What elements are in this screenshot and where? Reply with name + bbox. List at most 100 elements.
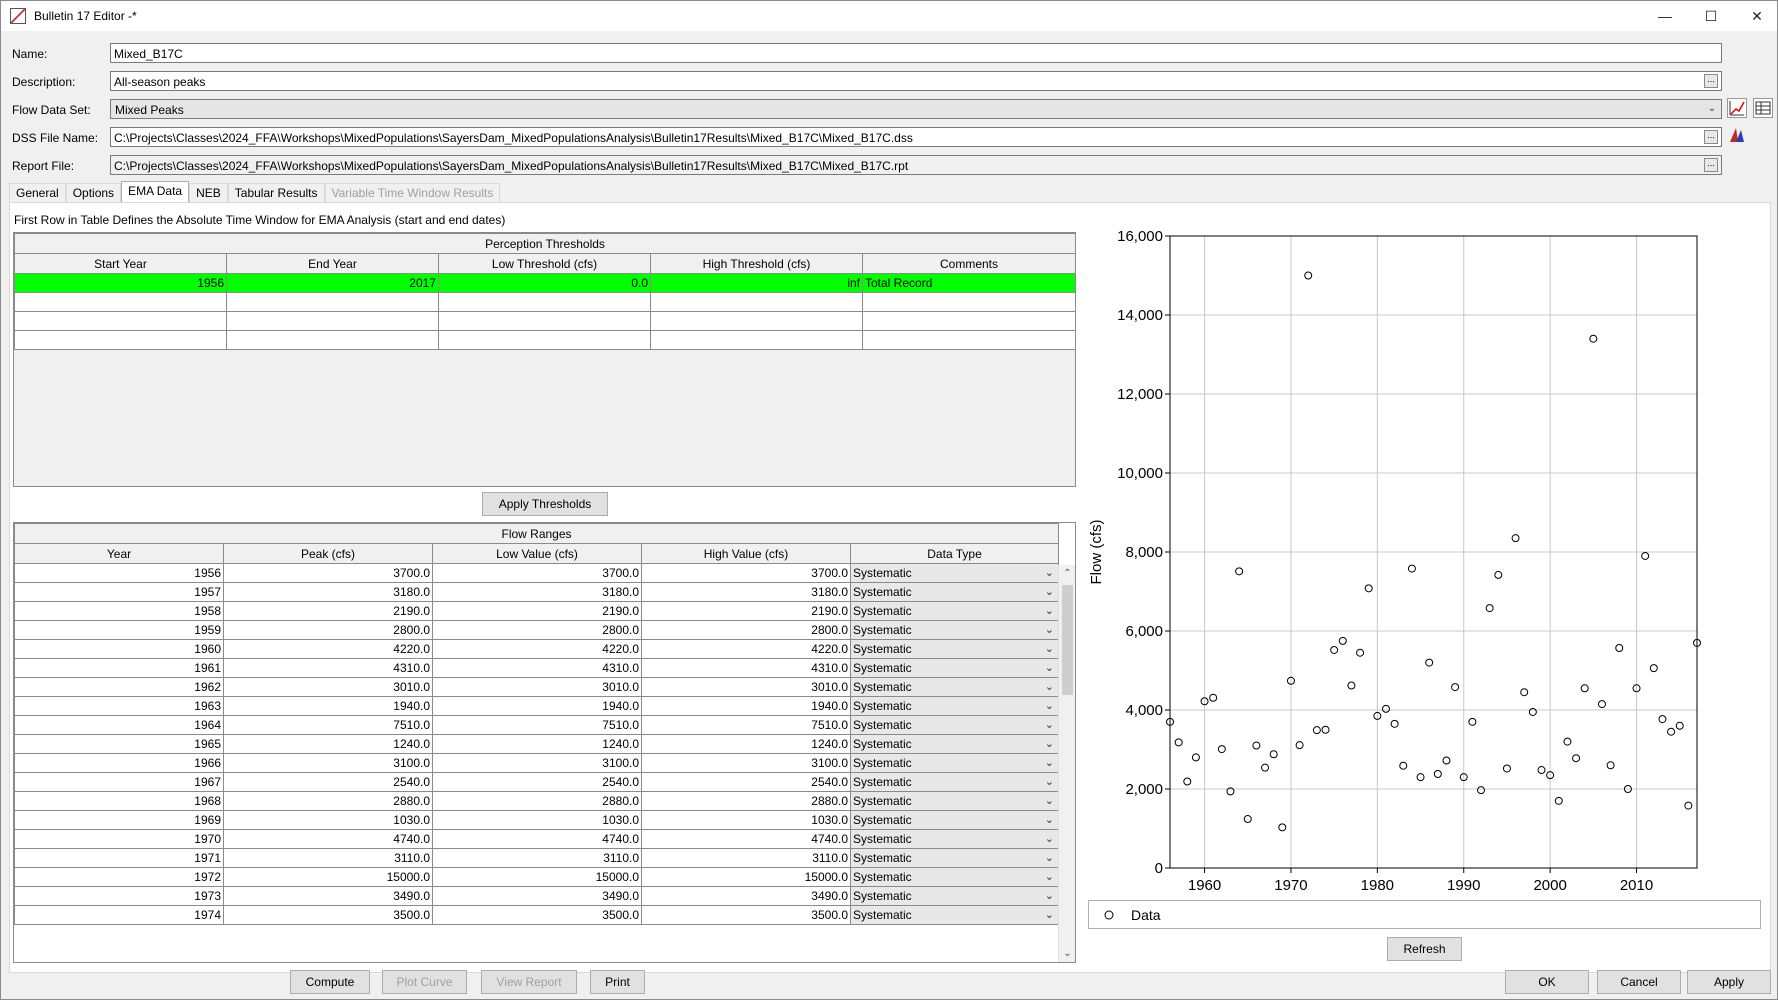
threshold-row[interactable] (14, 311, 1076, 331)
data-type-select[interactable]: Systematic ⌄ (849, 886, 1060, 906)
flow-range-cell[interactable]: 2190.0 (223, 601, 433, 621)
flow-range-row[interactable]: 1963 1940.0 1940.0 1940.0 Systematic ⌄ (14, 696, 1060, 716)
flow-range-cell[interactable]: 1967 (14, 772, 224, 792)
flow-range-cell[interactable]: 2800.0 (641, 620, 851, 640)
col-low-threshold[interactable]: Low Threshold (cfs) (438, 253, 651, 274)
flow-range-cell[interactable]: 3100.0 (223, 753, 433, 773)
data-type-select[interactable]: Systematic ⌄ (849, 734, 1060, 754)
refresh-button[interactable]: Refresh (1387, 937, 1462, 961)
flow-range-cell[interactable]: 1940.0 (641, 696, 851, 716)
flow-range-cell[interactable]: 1956 (14, 563, 224, 583)
flow-range-cell[interactable]: 1240.0 (641, 734, 851, 754)
flow-data-set-select[interactable]: Mixed Peaks ⌄ (110, 99, 1722, 119)
flow-range-cell[interactable]: 1971 (14, 848, 224, 868)
flow-range-cell[interactable]: 4740.0 (223, 829, 433, 849)
threshold-cell[interactable] (14, 311, 227, 331)
flow-range-row[interactable]: 1973 3490.0 3490.0 3490.0 Systematic ⌄ (14, 886, 1060, 906)
tab-neb[interactable]: NEB (189, 183, 228, 203)
data-type-select[interactable]: Systematic ⌄ (849, 658, 1060, 678)
apply-thresholds-button[interactable]: Apply Thresholds (482, 492, 608, 516)
col-high-value[interactable]: High Value (cfs) (641, 543, 851, 564)
data-type-select[interactable]: Systematic ⌄ (849, 810, 1060, 830)
flow-range-cell[interactable]: 1968 (14, 791, 224, 811)
col-comments[interactable]: Comments (862, 253, 1076, 274)
flow-range-cell[interactable]: 3010.0 (432, 677, 642, 697)
data-type-select[interactable]: Systematic ⌄ (849, 677, 1060, 697)
flow-range-cell[interactable]: 1030.0 (432, 810, 642, 830)
flow-range-cell[interactable]: 2880.0 (223, 791, 433, 811)
col-peak[interactable]: Peak (cfs) (223, 543, 433, 564)
flow-range-cell[interactable]: 3110.0 (641, 848, 851, 868)
threshold-cell[interactable] (14, 292, 227, 312)
flow-range-cell[interactable]: 2540.0 (223, 772, 433, 792)
dss-file-input[interactable]: C:\Projects\Classes\2024_FFA\Workshops\M… (110, 127, 1722, 147)
flow-range-cell[interactable]: 3010.0 (223, 677, 433, 697)
flow-range-cell[interactable]: 3100.0 (432, 753, 642, 773)
flow-range-cell[interactable]: 1969 (14, 810, 224, 830)
flow-range-cell[interactable]: 1970 (14, 829, 224, 849)
data-type-select[interactable]: Systematic ⌄ (849, 905, 1060, 925)
flow-range-row[interactable]: 1956 3700.0 3700.0 3700.0 Systematic ⌄ (14, 563, 1060, 583)
threshold-cell[interactable] (650, 292, 863, 312)
report-file-input[interactable]: C:\Projects\Classes\2024_FFA\Workshops\M… (110, 155, 1722, 175)
flow-range-cell[interactable]: 3500.0 (432, 905, 642, 925)
col-end-year[interactable]: End Year (226, 253, 439, 274)
name-input[interactable]: Mixed_B17C (110, 43, 1722, 63)
data-type-select[interactable]: Systematic ⌄ (849, 867, 1060, 887)
data-type-select[interactable]: Systematic ⌄ (849, 639, 1060, 659)
flow-range-row[interactable]: 1970 4740.0 4740.0 4740.0 Systematic ⌄ (14, 829, 1060, 849)
apply-button[interactable]: Apply (1687, 970, 1771, 994)
threshold-cell[interactable] (226, 311, 439, 331)
data-type-select[interactable]: Systematic ⌄ (849, 829, 1060, 849)
threshold-cell[interactable]: 1956 (14, 273, 227, 293)
flow-range-cell[interactable]: 1240.0 (223, 734, 433, 754)
flow-range-cell[interactable]: 3180.0 (223, 582, 433, 602)
threshold-cell[interactable] (650, 311, 863, 331)
flow-range-cell[interactable]: 3700.0 (432, 563, 642, 583)
ok-button[interactable]: OK (1505, 970, 1589, 994)
flow-range-cell[interactable]: 2800.0 (432, 620, 642, 640)
flow-range-cell[interactable]: 2880.0 (641, 791, 851, 811)
col-year[interactable]: Year (14, 543, 224, 564)
threshold-cell[interactable] (862, 330, 1076, 350)
flow-range-row[interactable]: 1962 3010.0 3010.0 3010.0 Systematic ⌄ (14, 677, 1060, 697)
flow-range-cell[interactable]: 1240.0 (432, 734, 642, 754)
flow-range-row[interactable]: 1958 2190.0 2190.0 2190.0 Systematic ⌄ (14, 601, 1060, 621)
scroll-down-icon[interactable]: ⌄ (1059, 945, 1075, 962)
flow-range-row[interactable]: 1969 1030.0 1030.0 1030.0 Systematic ⌄ (14, 810, 1060, 830)
col-high-threshold[interactable]: High Threshold (cfs) (650, 253, 863, 274)
flow-range-cell[interactable]: 2880.0 (432, 791, 642, 811)
threshold-cell[interactable] (226, 292, 439, 312)
flow-range-cell[interactable]: 3010.0 (641, 677, 851, 697)
flow-range-cell[interactable]: 3700.0 (641, 563, 851, 583)
flow-range-cell[interactable]: 1960 (14, 639, 224, 659)
flow-range-cell[interactable]: 4220.0 (432, 639, 642, 659)
flow-range-cell[interactable]: 2190.0 (432, 601, 642, 621)
threshold-row[interactable]: 1956 2017 0.0 inf Total Record (14, 273, 1076, 293)
flow-range-row[interactable]: 1964 7510.0 7510.0 7510.0 Systematic ⌄ (14, 715, 1060, 735)
flow-range-cell[interactable]: 1940.0 (432, 696, 642, 716)
description-input[interactable]: All-season peaks (110, 71, 1722, 91)
data-type-select[interactable]: Systematic ⌄ (849, 563, 1060, 583)
flow-range-row[interactable]: 1957 3180.0 3180.0 3180.0 Systematic ⌄ (14, 582, 1060, 602)
scroll-up-icon[interactable]: ⌃ (1059, 565, 1075, 582)
flow-range-cell[interactable]: 4310.0 (641, 658, 851, 678)
threshold-cell[interactable] (226, 330, 439, 350)
threshold-cell[interactable] (438, 292, 651, 312)
data-type-select[interactable]: Systematic ⌄ (849, 601, 1060, 621)
threshold-row[interactable] (14, 330, 1076, 350)
report-browse-button[interactable]: ... (1704, 158, 1718, 172)
print-button[interactable]: Print (590, 970, 645, 994)
flow-range-cell[interactable]: 1030.0 (641, 810, 851, 830)
flow-range-row[interactable]: 1968 2880.0 2880.0 2880.0 Systematic ⌄ (14, 791, 1060, 811)
data-type-select[interactable]: Systematic ⌄ (849, 753, 1060, 773)
plot-flow-icon[interactable] (1727, 98, 1747, 118)
flow-range-cell[interactable]: 4310.0 (223, 658, 433, 678)
flow-range-row[interactable]: 1960 4220.0 4220.0 4220.0 Systematic ⌄ (14, 639, 1060, 659)
flow-range-cell[interactable]: 1966 (14, 753, 224, 773)
flow-range-cell[interactable]: 1961 (14, 658, 224, 678)
tab-tabular-results[interactable]: Tabular Results (227, 183, 325, 203)
tab-general[interactable]: General (9, 183, 66, 203)
flow-range-cell[interactable]: 3700.0 (223, 563, 433, 583)
flow-range-row[interactable]: 1961 4310.0 4310.0 4310.0 Systematic ⌄ (14, 658, 1060, 678)
